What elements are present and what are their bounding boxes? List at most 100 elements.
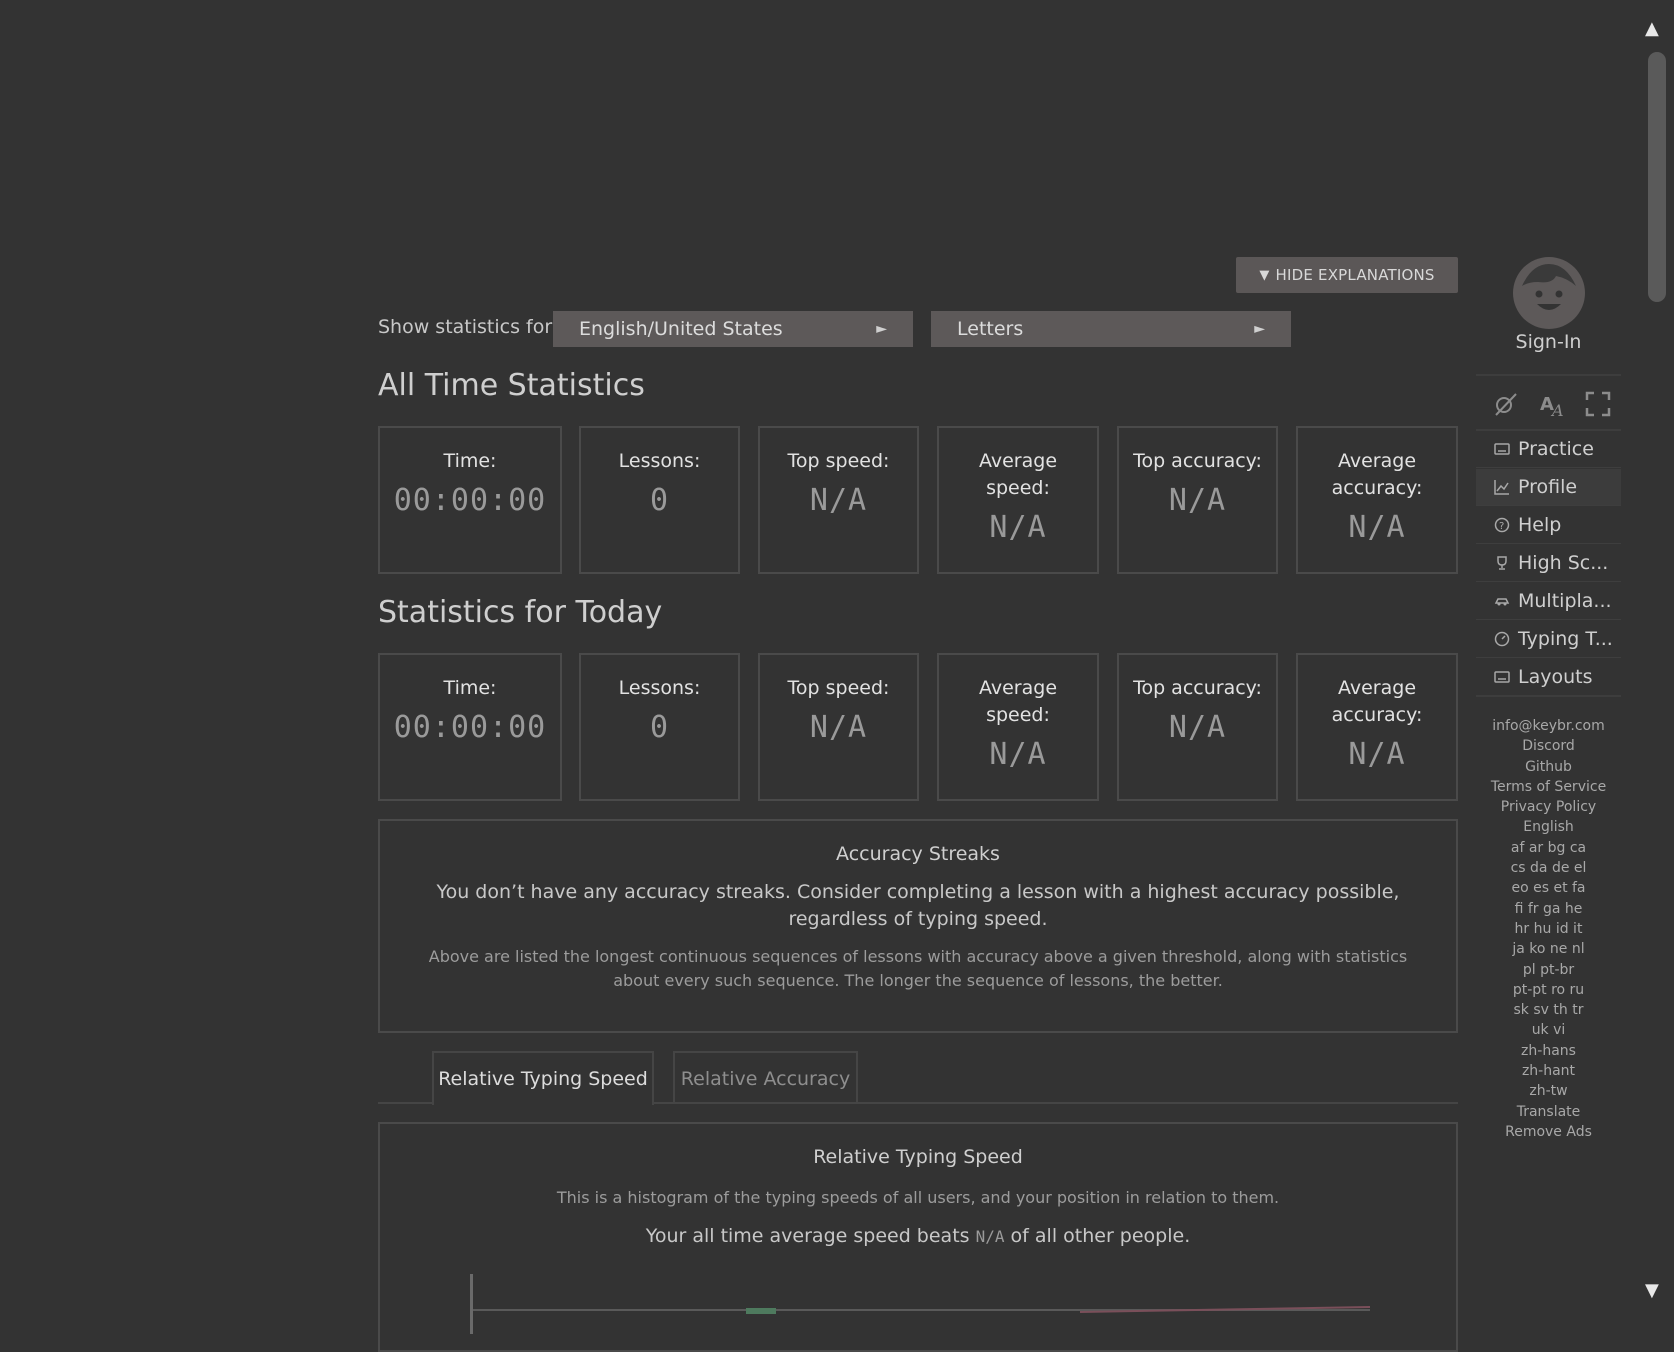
sidebar-item-label: Profile	[1518, 476, 1578, 498]
stat-card-average-speed: Average speed: N/A	[937, 653, 1099, 801]
keyboard-icon	[1494, 671, 1510, 683]
stat-label: Top speed:	[787, 450, 890, 472]
sidebar-item-practice[interactable]: Practice	[1476, 431, 1621, 467]
relative-typing-speed-description: This is a histogram of the typing speeds…	[556, 1188, 1280, 1207]
scroll-down-icon[interactable]: ▼	[1645, 1280, 1659, 1301]
stat-label: Top speed:	[787, 677, 890, 699]
triangle-down-icon: ▼	[1259, 267, 1270, 283]
link-languages[interactable]: sk sv th tr	[1476, 1000, 1621, 1020]
stat-label: Time:	[443, 677, 497, 699]
tab-relative-typing-speed[interactable]: Relative Typing Speed	[432, 1051, 654, 1105]
accuracy-streaks-message: You don’t have any accuracy streaks. Con…	[436, 881, 1400, 930]
layout-select[interactable]: English/United States ►	[553, 311, 913, 347]
link-languages[interactable]: zh-hans	[1476, 1041, 1621, 1061]
sidebar-item-help[interactable]: ? Help	[1476, 507, 1621, 543]
link-privacy[interactable]: Privacy Policy	[1476, 797, 1621, 817]
sidebar-item-multiplayer[interactable]: Multipla...	[1476, 583, 1621, 619]
sidebar-item-layouts[interactable]: Layouts	[1476, 659, 1621, 695]
today-title: Statistics for Today	[378, 595, 663, 630]
theme-toggle-icon[interactable]	[1492, 390, 1520, 418]
trophy-icon	[1497, 556, 1507, 570]
link-languages[interactable]: uk vi	[1476, 1020, 1621, 1040]
link-remove-ads[interactable]: Remove Ads	[1476, 1122, 1621, 1142]
sidebar-item-label: Help	[1518, 514, 1562, 536]
link-languages[interactable]: zh-tw	[1476, 1081, 1621, 1101]
link-languages[interactable]: ja ko ne nl	[1476, 939, 1621, 959]
stat-value: N/A	[989, 510, 1047, 545]
layout-select-value: English/United States	[579, 318, 783, 340]
link-languages[interactable]: zh-hant	[1476, 1061, 1621, 1081]
beats-suffix: of all other people.	[1010, 1225, 1191, 1247]
sidebar-divider	[1476, 695, 1621, 697]
scroll-up-icon[interactable]: ▲	[1645, 18, 1659, 39]
stat-value: 00:00:00	[393, 710, 547, 745]
beats-value: N/A	[975, 1227, 1005, 1246]
stat-value: N/A	[1348, 510, 1406, 545]
font-size-icon[interactable]: A A	[1538, 390, 1566, 418]
accuracy-streaks-panel: Accuracy Streaks You don’t have any accu…	[378, 819, 1458, 1033]
sidebar-item-label: Layouts	[1518, 666, 1593, 688]
sidebar-item-typing-test[interactable]: Typing T...	[1476, 621, 1621, 657]
tab-relative-accuracy[interactable]: Relative Accuracy	[673, 1051, 858, 1104]
keyboard-icon	[1494, 443, 1510, 455]
stat-card-time: Time: 00:00:00	[378, 426, 562, 574]
link-languages[interactable]: eo es et fa	[1476, 878, 1621, 898]
nav-divider	[1476, 543, 1621, 544]
mode-select-value: Letters	[957, 318, 1024, 340]
link-language-english[interactable]: English	[1476, 817, 1621, 837]
stat-value: 00:00:00	[393, 483, 547, 518]
stat-card-lessons: Lessons: 0	[579, 653, 740, 801]
car-icon	[1494, 598, 1510, 606]
histogram-marker	[470, 1274, 473, 1334]
link-translate[interactable]: Translate	[1476, 1102, 1621, 1122]
stat-value: 0	[649, 483, 670, 518]
sidebar-item-high-scores[interactable]: High Sc...	[1476, 545, 1621, 581]
nav-divider	[1476, 505, 1621, 506]
link-languages[interactable]: af ar bg ca	[1476, 838, 1621, 858]
link-languages[interactable]: pl pt-br	[1476, 960, 1621, 980]
scrollbar-thumb[interactable]	[1648, 52, 1666, 302]
stat-label: Top accuracy:	[1133, 450, 1262, 472]
accuracy-streaks-title: Accuracy Streaks	[836, 843, 1000, 865]
link-languages[interactable]: cs da de el	[1476, 858, 1621, 878]
hide-explanations-button[interactable]: ▼ HIDE EXPLANATIONS	[1236, 257, 1458, 293]
stat-card-top-speed: Top speed: N/A	[758, 426, 919, 574]
stat-card-top-speed: Top speed: N/A	[758, 653, 919, 801]
avatar-icon[interactable]	[1512, 256, 1586, 330]
link-email[interactable]: info@keybr.com	[1476, 716, 1621, 736]
link-github[interactable]: Github	[1476, 757, 1621, 777]
svg-text:A: A	[1550, 401, 1564, 418]
stat-label: Average accuracy:	[1331, 450, 1423, 499]
fullscreen-icon[interactable]	[1584, 390, 1612, 418]
link-terms[interactable]: Terms of Service	[1476, 777, 1621, 797]
help-icon: ?	[1494, 517, 1510, 533]
accuracy-streaks-explanation: Above are listed the longest continuous …	[428, 947, 1408, 990]
sidebar-item-label: Practice	[1518, 438, 1594, 460]
nav-divider	[1476, 657, 1621, 658]
mode-select[interactable]: Letters ►	[931, 311, 1291, 347]
sign-in-link[interactable]: Sign-In	[1476, 331, 1621, 353]
hide-explanations-label: HIDE EXPLANATIONS	[1275, 266, 1435, 284]
arrow-right-icon: ►	[876, 321, 887, 337]
sidebar-item-label: Typing T...	[1518, 628, 1613, 650]
sidebar-item-label: Multipla...	[1518, 590, 1612, 612]
link-languages[interactable]: pt-pt ro ru	[1476, 980, 1621, 1000]
sidebar-item-profile[interactable]: Profile	[1476, 469, 1621, 505]
stat-card-average-accuracy: Average accuracy: N/A	[1296, 426, 1458, 574]
tab-label: Relative Accuracy	[680, 1067, 851, 1090]
stat-card-top-accuracy: Top accuracy: N/A	[1117, 426, 1278, 574]
nav-divider	[1476, 581, 1621, 582]
link-discord[interactable]: Discord	[1476, 736, 1621, 756]
all-time-title: All Time Statistics	[378, 368, 645, 403]
link-languages[interactable]: hr hu id it	[1476, 919, 1621, 939]
relative-typing-speed-title: Relative Typing Speed	[813, 1146, 1023, 1168]
sidebar-divider	[1476, 374, 1621, 376]
link-languages[interactable]: fi fr ga he	[1476, 899, 1621, 919]
arrow-right-icon: ►	[1254, 321, 1265, 337]
stat-value: N/A	[1168, 483, 1227, 518]
stat-card-average-speed: Average speed: N/A	[937, 426, 1099, 574]
today-stats: Time: 00:00:00 Lessons: 0 Top speed: N/A…	[378, 653, 1458, 801]
histogram-bar	[746, 1308, 776, 1314]
all-time-stats: Time: 00:00:00 Lessons: 0 Top speed: N/A…	[378, 426, 1458, 574]
stat-label: Lessons:	[618, 677, 701, 699]
